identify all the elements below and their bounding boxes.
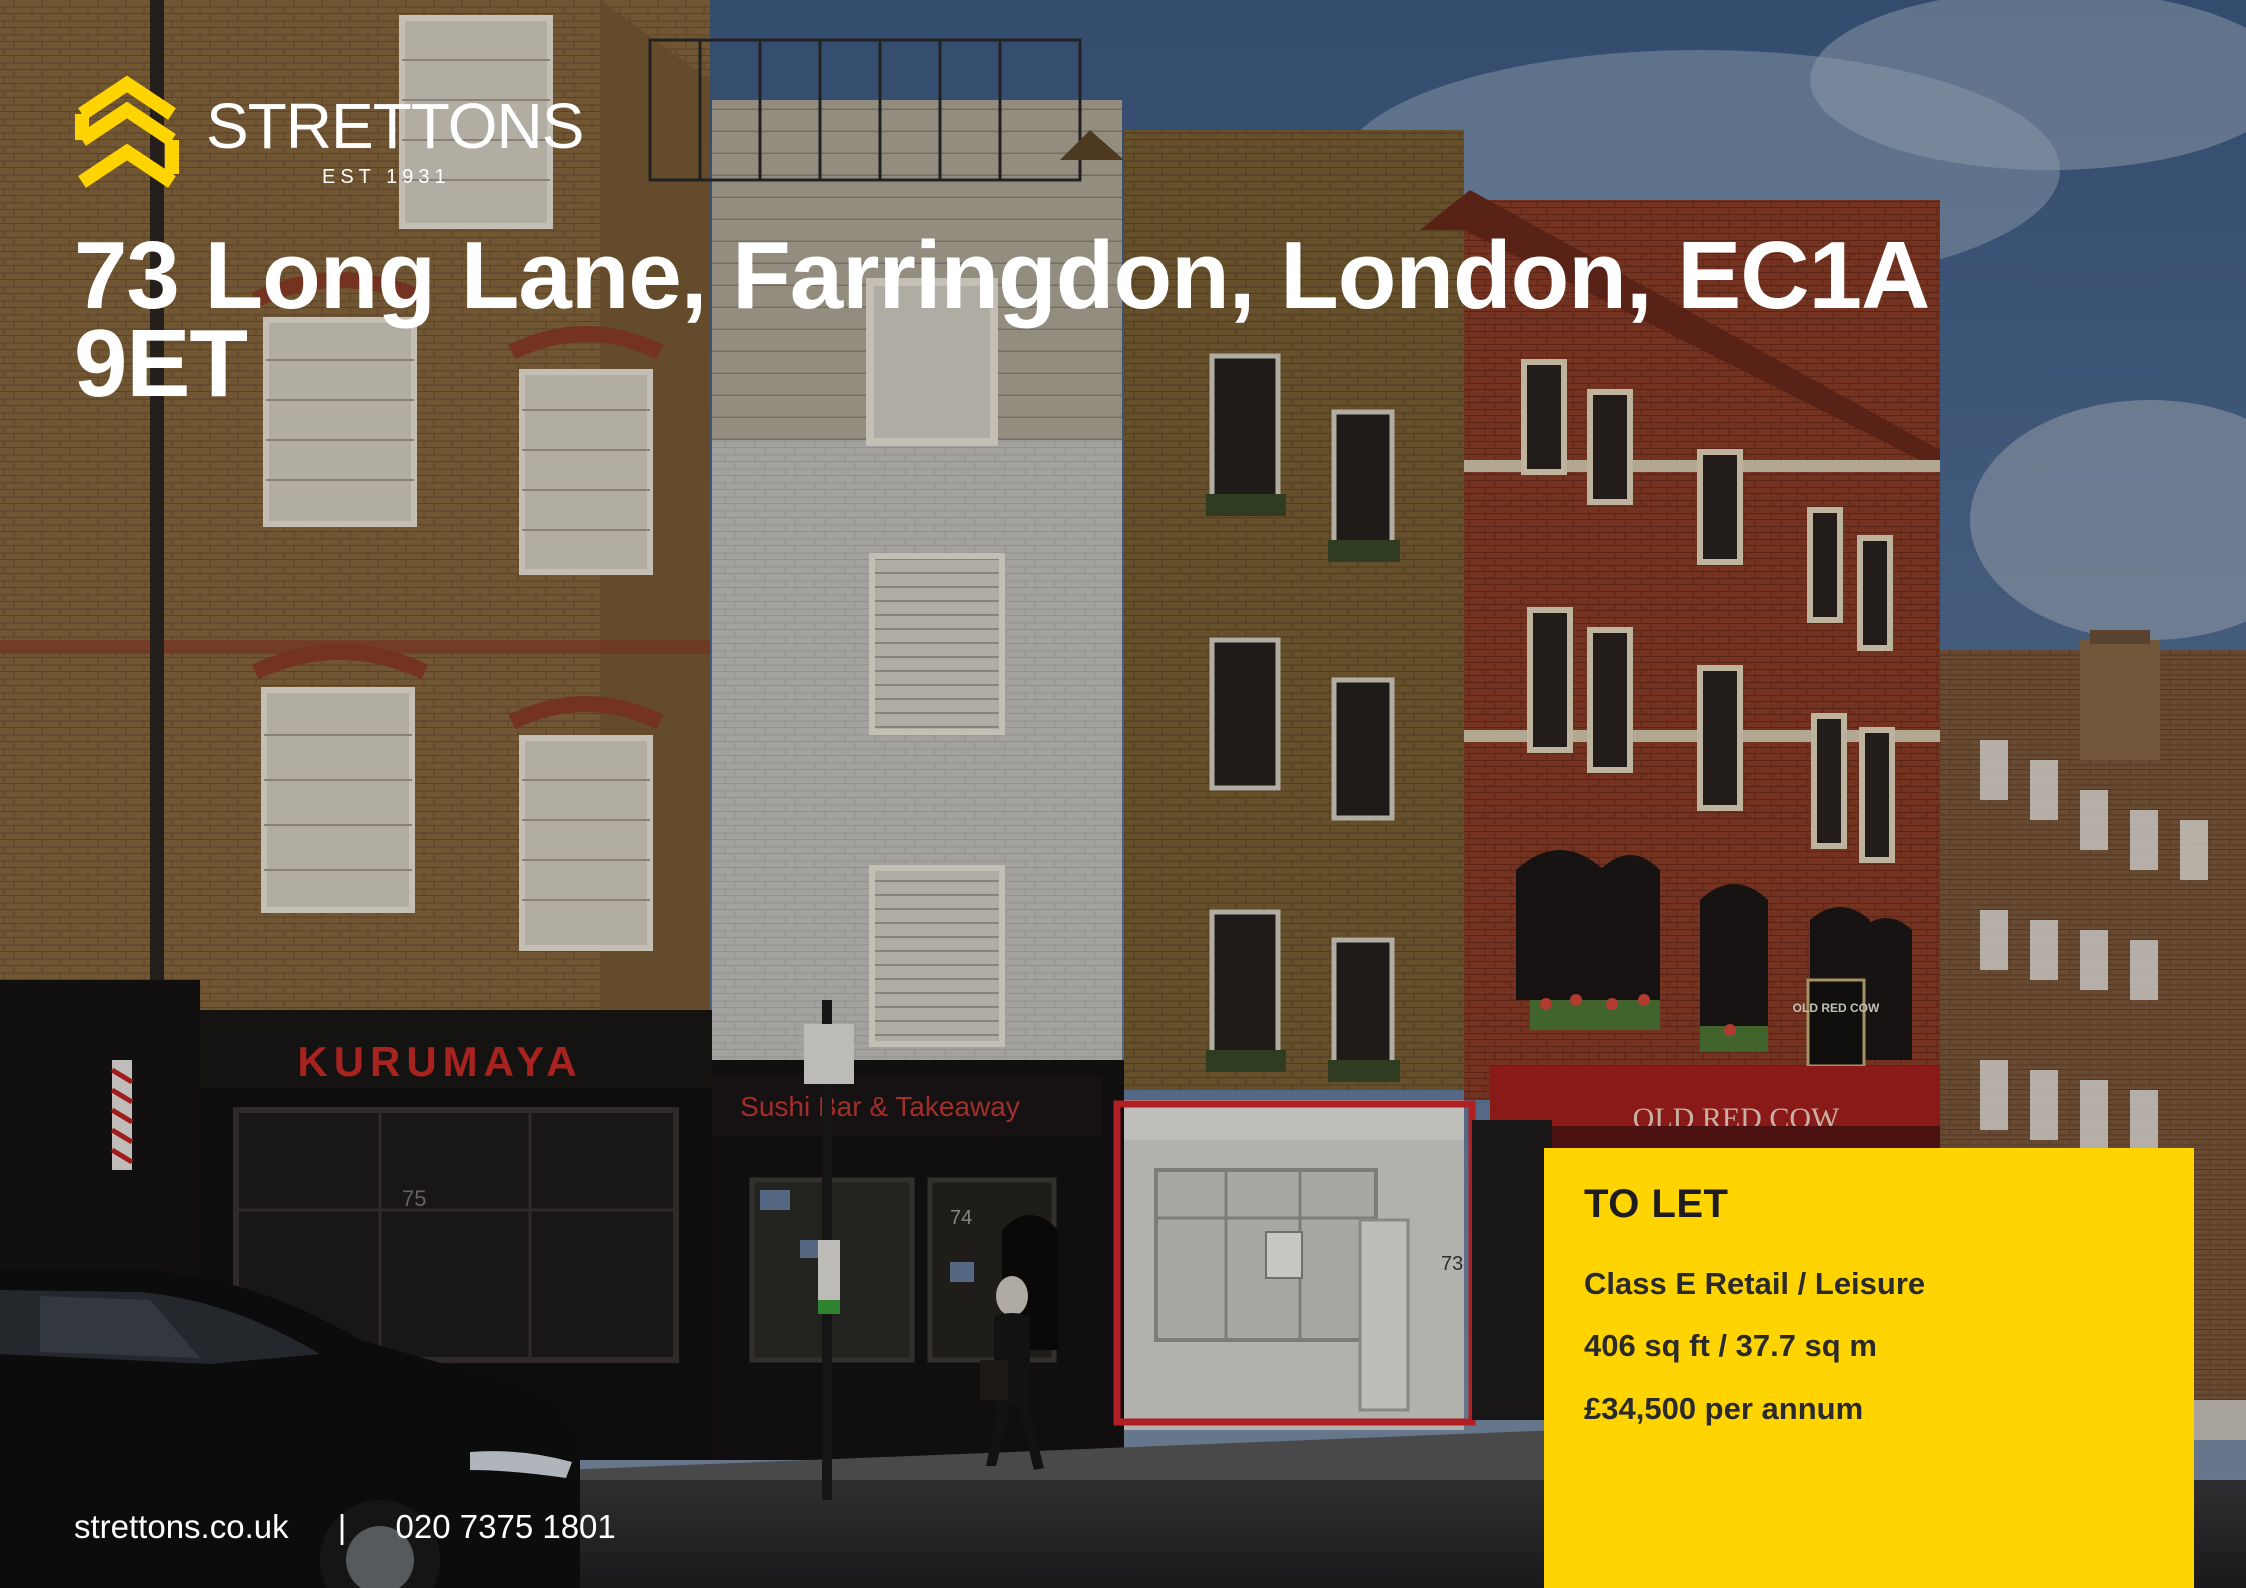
pub-board-text: OLD RED COW <box>1793 1001 1880 1015</box>
kurumaya-sign: KURUMAYA <box>297 1038 582 1085</box>
chevron-logo-icon <box>75 75 179 188</box>
property-address-title: 73 Long Lane, Farringdon, London, EC1A 9… <box>74 222 1927 417</box>
door-number-75: 75 <box>402 1186 426 1211</box>
sushi-sign: Sushi Bar & Takeaway <box>740 1091 1020 1122</box>
phone-number[interactable]: 020 7375 1801 <box>396 1504 616 1550</box>
brochure-page: OLD RED COW OLD RED COW KURUMAYA 75 Sush… <box>0 0 2246 1588</box>
listing-status: TO LET <box>1584 1182 1729 1226</box>
website-link[interactable]: strettons.co.uk <box>74 1504 289 1550</box>
listing-size: 406 sq ft / 37.7 sq m <box>1584 1328 1877 1363</box>
brand-name: STRETTONS <box>206 90 584 162</box>
listing-price: £34,500 per annum <box>1584 1391 1864 1426</box>
listing-info-panel: TO LET Class E Retail / Leisure 406 sq f… <box>1544 1148 2194 1588</box>
strettons-logo[interactable]: STRETTONS EST 1931 <box>74 74 594 194</box>
contact-separator: | <box>337 1508 347 1545</box>
listing-use-class: Class E Retail / Leisure <box>1584 1266 1926 1301</box>
brand-established: EST 1931 <box>322 166 451 188</box>
door-number-73: 73 <box>1441 1253 1463 1275</box>
contact-footer: strettons.co.uk | 020 7375 1801 <box>74 1504 616 1550</box>
door-number-74: 74 <box>950 1207 972 1229</box>
